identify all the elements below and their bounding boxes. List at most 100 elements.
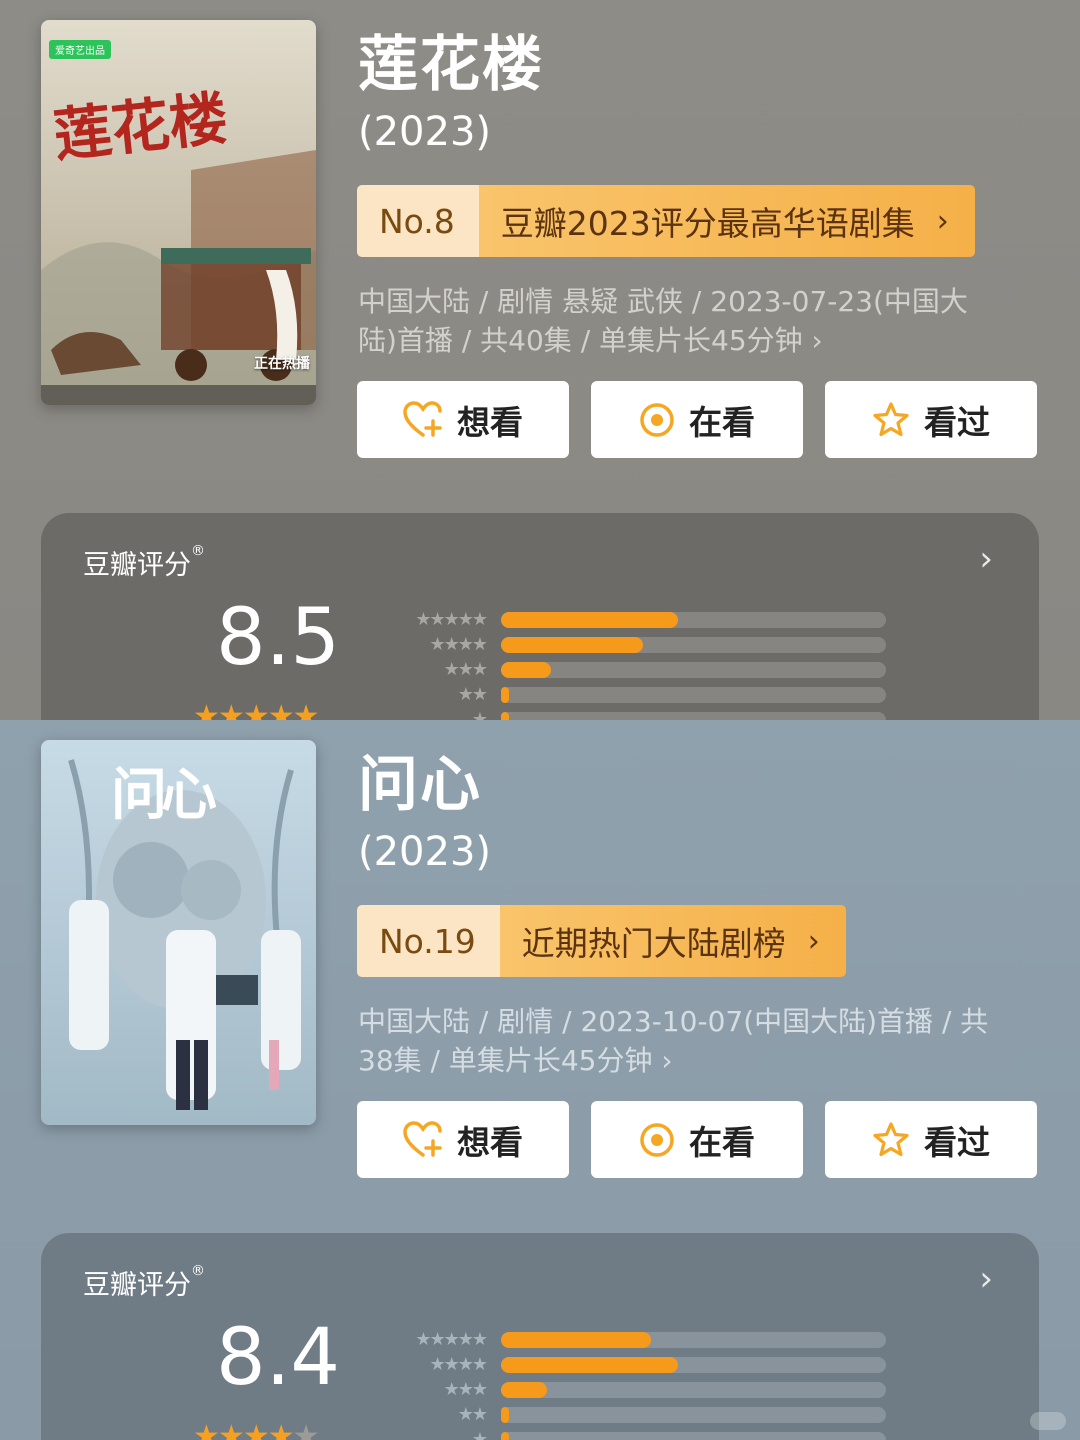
star-level-icon: ★★★ [443, 659, 488, 680]
rank-number: No.19 [357, 905, 500, 977]
action-buttons: 想看 在看 看过 [357, 381, 1037, 458]
score-stars: ★★★★★ [193, 699, 320, 720]
rank-list-link[interactable]: 豆瓣2023评分最高华语剧集 › [478, 185, 975, 257]
distribution-bar [501, 1406, 509, 1423]
chevron-right-icon: › [936, 203, 949, 239]
distribution-track [501, 611, 886, 628]
distribution-row: ★★★ [391, 657, 886, 682]
rating-heading: 豆瓣评分® [83, 1263, 205, 1302]
distribution-row: ★★ [391, 682, 886, 707]
watching-label: 在看 [689, 402, 755, 442]
distribution-bar [501, 1331, 652, 1348]
show-title: 问心 [358, 750, 482, 820]
score-stars: ★★★★★ [193, 1419, 320, 1440]
rating-heading-text: 豆瓣评分 [83, 1270, 191, 1301]
star-level-icon: ★★ [457, 1404, 488, 1425]
target-icon [640, 1122, 674, 1157]
distribution-row: ★ [391, 707, 886, 720]
star-level-icon: ★★★ [443, 1379, 488, 1400]
want-to-watch-button[interactable]: 想看 [357, 381, 569, 458]
meta-line-2: 38集 / 单集片长45分钟 › [358, 1044, 673, 1077]
star-level-icon: ★ [471, 1429, 488, 1440]
show-year: (2023) [358, 829, 492, 875]
show-year: (2023) [358, 109, 492, 155]
chevron-right-icon[interactable]: › [979, 539, 993, 579]
poster-footer [41, 385, 316, 405]
distribution-bar [501, 686, 509, 703]
rank-badge[interactable]: No.8 豆瓣2023评分最高华语剧集 › [357, 185, 975, 257]
rating-star-icon: ★ [217, 1419, 245, 1440]
distribution-bar [501, 1356, 679, 1373]
watching-label: 在看 [689, 1122, 755, 1162]
rank-badge[interactable]: No.19 近期热门大陆剧榜 › [357, 905, 846, 977]
rating-score: 8.4 [216, 1313, 341, 1403]
distribution-track [501, 1431, 886, 1440]
distribution-track [501, 1406, 886, 1423]
distribution-track [501, 661, 886, 678]
show-meta[interactable]: 中国大陆 / 剧情 / 2023-10-07(中国大陆)首播 / 共 38集 /… [358, 1002, 1038, 1080]
distribution-bar [501, 661, 552, 678]
douban-rating-card[interactable]: 豆瓣评分® › 8.4 ★★★★★ ★★★★★ ★★★★ ★★★ ★★ ★ [41, 1233, 1039, 1440]
show-meta[interactable]: 中国大陆 / 剧情 悬疑 武侠 / 2023-07-23(中国大 陆)首播 / … [358, 282, 1038, 360]
poster-calligraphy: 问心 [111, 762, 217, 828]
rating-star-icon: ★ [267, 1419, 295, 1440]
poster-ribbon: 正在热播 [254, 356, 310, 372]
distribution-track [501, 636, 886, 653]
show-card-lianhualou: 爱奇艺出品 莲花楼 正在热播 莲花楼 (2023) No.8 豆瓣2023评分最… [0, 0, 1080, 720]
watching-button[interactable]: 在看 [591, 1101, 803, 1178]
target-icon [640, 402, 674, 437]
rating-distribution: ★★★★★ ★★★★ ★★★ ★★ ★ [391, 1327, 886, 1440]
distribution-row: ★★★★★ [391, 1327, 886, 1352]
rating-star-icon: ★ [267, 699, 295, 720]
distribution-bar [501, 1381, 548, 1398]
distribution-track [501, 1381, 886, 1398]
star-outline-icon [873, 401, 909, 436]
rank-label: 近期热门大陆剧榜 [521, 924, 786, 963]
want-to-watch-label: 想看 [457, 402, 523, 442]
registered-mark: ® [191, 1263, 205, 1279]
rating-star-icon: ★ [193, 1419, 220, 1440]
distribution-bar [501, 636, 644, 653]
registered-mark: ® [191, 543, 205, 559]
rating-score: 8.5 [216, 593, 341, 683]
star-level-icon: ★★★★ [429, 634, 488, 655]
distribution-row: ★★★ [391, 1377, 886, 1402]
distribution-track [501, 1356, 886, 1373]
distribution-row: ★ [391, 1427, 886, 1440]
star-level-icon: ★★ [457, 684, 488, 705]
rating-distribution: ★★★★★ ★★★★ ★★★ ★★ ★ [391, 607, 886, 720]
watched-button[interactable]: 看过 [825, 1101, 1037, 1178]
rating-star-icon: ★ [217, 699, 245, 720]
distribution-track [501, 686, 886, 703]
rating-heading-text: 豆瓣评分 [83, 550, 191, 581]
poster-image[interactable]: 问心 [41, 740, 316, 1125]
poster-badge: 爱奇艺出品 [49, 40, 111, 59]
rating-star-icon: ★ [292, 699, 320, 720]
distribution-bar [501, 711, 509, 720]
rating-star-icon: ★ [292, 1419, 320, 1440]
star-level-icon: ★★★★★ [415, 1329, 488, 1350]
star-level-icon: ★★★★★ [415, 609, 488, 630]
watermark [1030, 1412, 1066, 1430]
rating-star-icon: ★ [242, 699, 270, 720]
rating-heading: 豆瓣评分® [83, 543, 205, 582]
action-buttons: 想看 在看 看过 [357, 1101, 1037, 1178]
watched-button[interactable]: 看过 [825, 381, 1037, 458]
distribution-track [501, 711, 886, 720]
rank-label: 豆瓣2023评分最高华语剧集 [500, 204, 915, 243]
star-level-icon: ★★★★ [429, 1354, 488, 1375]
show-card-wenxin: 问心 问心 (2023) No.19 近期热门大陆剧榜 › 中国大陆 / 剧情 … [0, 720, 1080, 1440]
distribution-bar [501, 611, 679, 628]
distribution-row: ★★★★★ [391, 607, 886, 632]
show-title: 莲花楼 [358, 30, 544, 100]
rank-list-link[interactable]: 近期热门大陆剧榜 › [499, 905, 846, 977]
want-to-watch-button[interactable]: 想看 [357, 1101, 569, 1178]
chevron-right-icon[interactable]: › [979, 1259, 993, 1299]
chevron-right-icon: › [807, 923, 820, 959]
watching-button[interactable]: 在看 [591, 381, 803, 458]
want-to-watch-label: 想看 [457, 1122, 523, 1162]
heart-plus-icon [403, 1120, 442, 1157]
poster-image[interactable]: 爱奇艺出品 莲花楼 正在热播 [41, 20, 316, 405]
douban-rating-card[interactable]: 豆瓣评分® › 8.5 ★★★★★ ★★★★★ ★★★★ ★★★ ★★ ★ [41, 513, 1039, 720]
meta-line-2: 陆)首播 / 共40集 / 单集片长45分钟 › [358, 324, 823, 357]
